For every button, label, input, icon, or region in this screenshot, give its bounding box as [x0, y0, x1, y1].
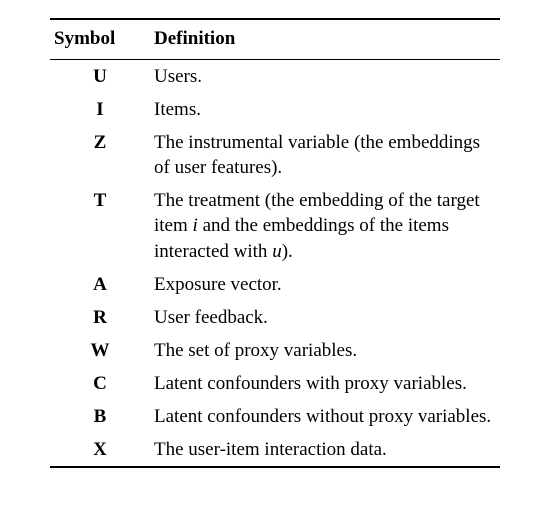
definition-cell: The instrumental variable (the embedding…	[150, 126, 500, 184]
table-row: A Exposure vector.	[50, 268, 500, 301]
definition-cell: Exposure vector.	[150, 268, 500, 301]
table-row: R User feedback.	[50, 301, 500, 334]
definition-cell: Users.	[150, 60, 500, 94]
symbol-definition-table: Symbol Definition U Users. I Items. Z Th…	[50, 18, 500, 468]
definition-cell: Items.	[150, 93, 500, 126]
table-row: U Users.	[50, 60, 500, 94]
table-row: I Items.	[50, 93, 500, 126]
symbol-cell: B	[50, 400, 150, 433]
symbol-cell: X	[50, 433, 150, 467]
def-italic-u: u	[272, 241, 282, 262]
definition-cell: The set of proxy variables.	[150, 334, 500, 367]
definition-cell: User feedback.	[150, 301, 500, 334]
symbol-cell: A	[50, 268, 150, 301]
symbol-table-container: Symbol Definition U Users. I Items. Z Th…	[0, 0, 534, 516]
def-text: and the embeddings of the items interact…	[154, 215, 449, 261]
symbol-cell: T	[50, 184, 150, 267]
symbol-cell: R	[50, 301, 150, 334]
symbol-cell: I	[50, 93, 150, 126]
table-row: X The user-item interaction data.	[50, 433, 500, 467]
symbol-cell: Z	[50, 126, 150, 184]
definition-cell: Latent confounders without proxy variabl…	[150, 400, 500, 433]
table-row: C Latent confounders with proxy variable…	[50, 367, 500, 400]
symbol-cell: C	[50, 367, 150, 400]
symbol-cell: W	[50, 334, 150, 367]
table-header-row: Symbol Definition	[50, 19, 500, 60]
table-row: W The set of proxy variables.	[50, 334, 500, 367]
table-row: T The treatment (the embedding of the ta…	[50, 184, 500, 267]
definition-cell: Latent confounders with proxy variables.	[150, 367, 500, 400]
symbol-cell: U	[50, 60, 150, 94]
header-definition: Definition	[150, 19, 500, 60]
def-text: ).	[282, 241, 293, 262]
definition-cell: The user-item interaction data.	[150, 433, 500, 467]
definition-cell: The treatment (the embedding of the targ…	[150, 184, 500, 267]
table-row: B Latent confounders without proxy varia…	[50, 400, 500, 433]
header-symbol: Symbol	[50, 19, 150, 60]
table-row: Z The instrumental variable (the embeddi…	[50, 126, 500, 184]
